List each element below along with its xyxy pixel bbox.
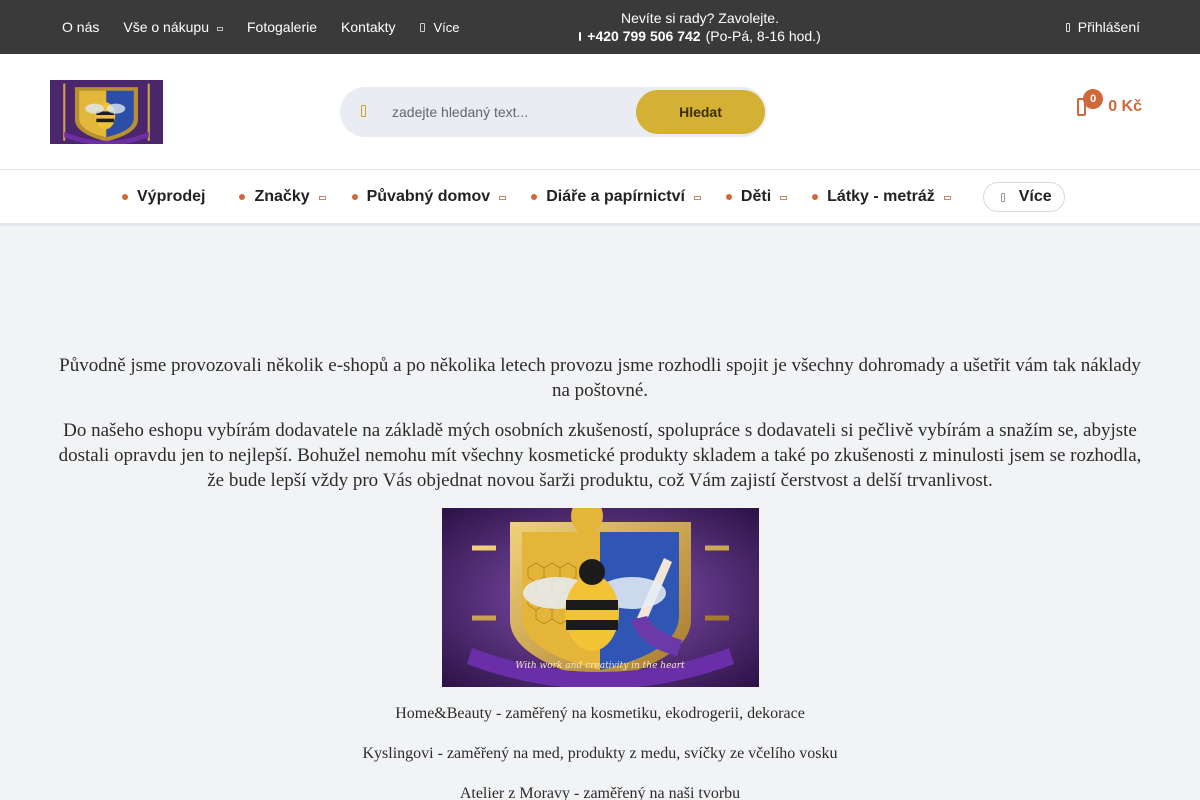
shop-atelier: Atelier z Moravy - zaměřený na naši tvor…	[459, 785, 741, 800]
more-icon	[419, 22, 425, 32]
topnav-shopping-info[interactable]: Vše o nákupu	[111, 19, 235, 35]
site-header: Hledat 0 0 Kč	[0, 54, 1200, 170]
help-text: Nevíte si rady? Zavolejte.	[621, 10, 779, 26]
crest-image: With work and creativity in the heart	[441, 508, 759, 687]
category-sale[interactable]: Výprodej	[122, 188, 205, 206]
topnav-more-label: Více	[433, 19, 460, 35]
category-more-label: Více	[1018, 188, 1052, 205]
more-icon	[1000, 192, 1005, 202]
search-bar: Hledat	[340, 87, 767, 137]
top-bar: O nás Vše o nákupu Fotogalerie Kontakty …	[0, 0, 1200, 54]
chevron-down-icon	[216, 27, 223, 31]
category-nav: Výprodej Značky Půvabný domov Diáře a pa…	[0, 170, 1200, 226]
search-icon	[361, 105, 366, 117]
category-fabrics[interactable]: Látky - metráž	[812, 188, 951, 206]
shop-kyslingovi: Kyslingovi - zaměřený na med, produkty z…	[362, 745, 838, 762]
chevron-down-icon	[780, 196, 788, 200]
login-label: Přihlášení	[1077, 19, 1140, 35]
cart[interactable]: 0 0 Kč	[1077, 89, 1142, 116]
bullet-dot-icon	[122, 194, 128, 200]
topnav-about[interactable]: O nás	[50, 19, 111, 35]
category-kids[interactable]: Děti	[725, 188, 788, 206]
cart-total: 0 Kč	[1108, 98, 1142, 115]
chevron-down-icon	[499, 196, 507, 200]
bullet-dot-icon	[725, 194, 732, 200]
category-items: Výprodej Značky Půvabný domov Diáře a pa…	[122, 182, 1065, 212]
about-content: Původně jsme provozovali několik e-shopů…	[50, 353, 1150, 800]
category-label: Diáře a papírnictví	[546, 188, 685, 205]
opening-hours: (Po-Pá, 8-16 hod.)	[705, 28, 821, 44]
category-more-button[interactable]: Více	[982, 182, 1065, 212]
cart-icon: 0	[1077, 89, 1104, 116]
shop-home-beauty: Home&Beauty - zaměřený na kosmetiku, eko…	[395, 705, 805, 722]
category-label: Značky	[254, 188, 310, 205]
category-label: Výprodej	[137, 188, 206, 205]
top-nav: O nás Vše o nákupu Fotogalerie Kontakty …	[50, 0, 472, 54]
category-brands[interactable]: Značky	[239, 188, 326, 206]
chevron-down-icon	[318, 196, 326, 200]
intro-paragraph: Původně jsme provozovali několik e-shopů…	[59, 355, 1141, 401]
category-label: Děti	[740, 188, 772, 205]
search-input[interactable]	[392, 87, 632, 137]
search-button[interactable]: Hledat	[636, 90, 765, 134]
login-link[interactable]: Přihlášení	[1065, 19, 1140, 35]
crest-motto: With work and creativity in the heart	[515, 661, 685, 671]
helpline: Nevíte si rady? Zavolejte. +420 799 506 …	[579, 9, 821, 45]
category-diaries[interactable]: Diáře a papírnictví	[531, 188, 701, 206]
topnav-about-label: O nás	[62, 19, 100, 35]
bullet-dot-icon	[351, 194, 358, 200]
phone-icon	[579, 31, 582, 41]
logo[interactable]	[50, 80, 163, 144]
chevron-down-icon	[693, 196, 701, 200]
topnav-more[interactable]: Více	[408, 20, 472, 35]
bullet-dot-icon	[812, 194, 819, 200]
phone-line: +420 799 506 742 (Po-Pá, 8-16 hod.)	[579, 27, 821, 45]
topnav-gallery-label: Fotogalerie	[246, 19, 318, 35]
topnav-shopping-info-label: Vše o nákupu	[123, 19, 209, 35]
bullet-dot-icon	[239, 194, 246, 200]
phone-number[interactable]: +420 799 506 742	[587, 27, 700, 45]
bullet-dot-icon	[531, 194, 538, 200]
category-home[interactable]: Půvabný domov	[351, 188, 507, 206]
topnav-contacts-label: Kontakty	[341, 19, 396, 35]
chevron-down-icon	[943, 196, 951, 200]
topnav-contacts[interactable]: Kontakty	[329, 19, 407, 35]
category-label: Látky - metráž	[827, 188, 935, 205]
category-label: Půvabný domov	[366, 188, 491, 205]
suppliers-paragraph: Do našeho eshopu vybírám dodavatele na z…	[58, 420, 1142, 491]
cart-count-badge: 0	[1083, 89, 1104, 109]
topnav-gallery[interactable]: Fotogalerie	[235, 19, 329, 35]
user-icon	[1065, 22, 1070, 32]
